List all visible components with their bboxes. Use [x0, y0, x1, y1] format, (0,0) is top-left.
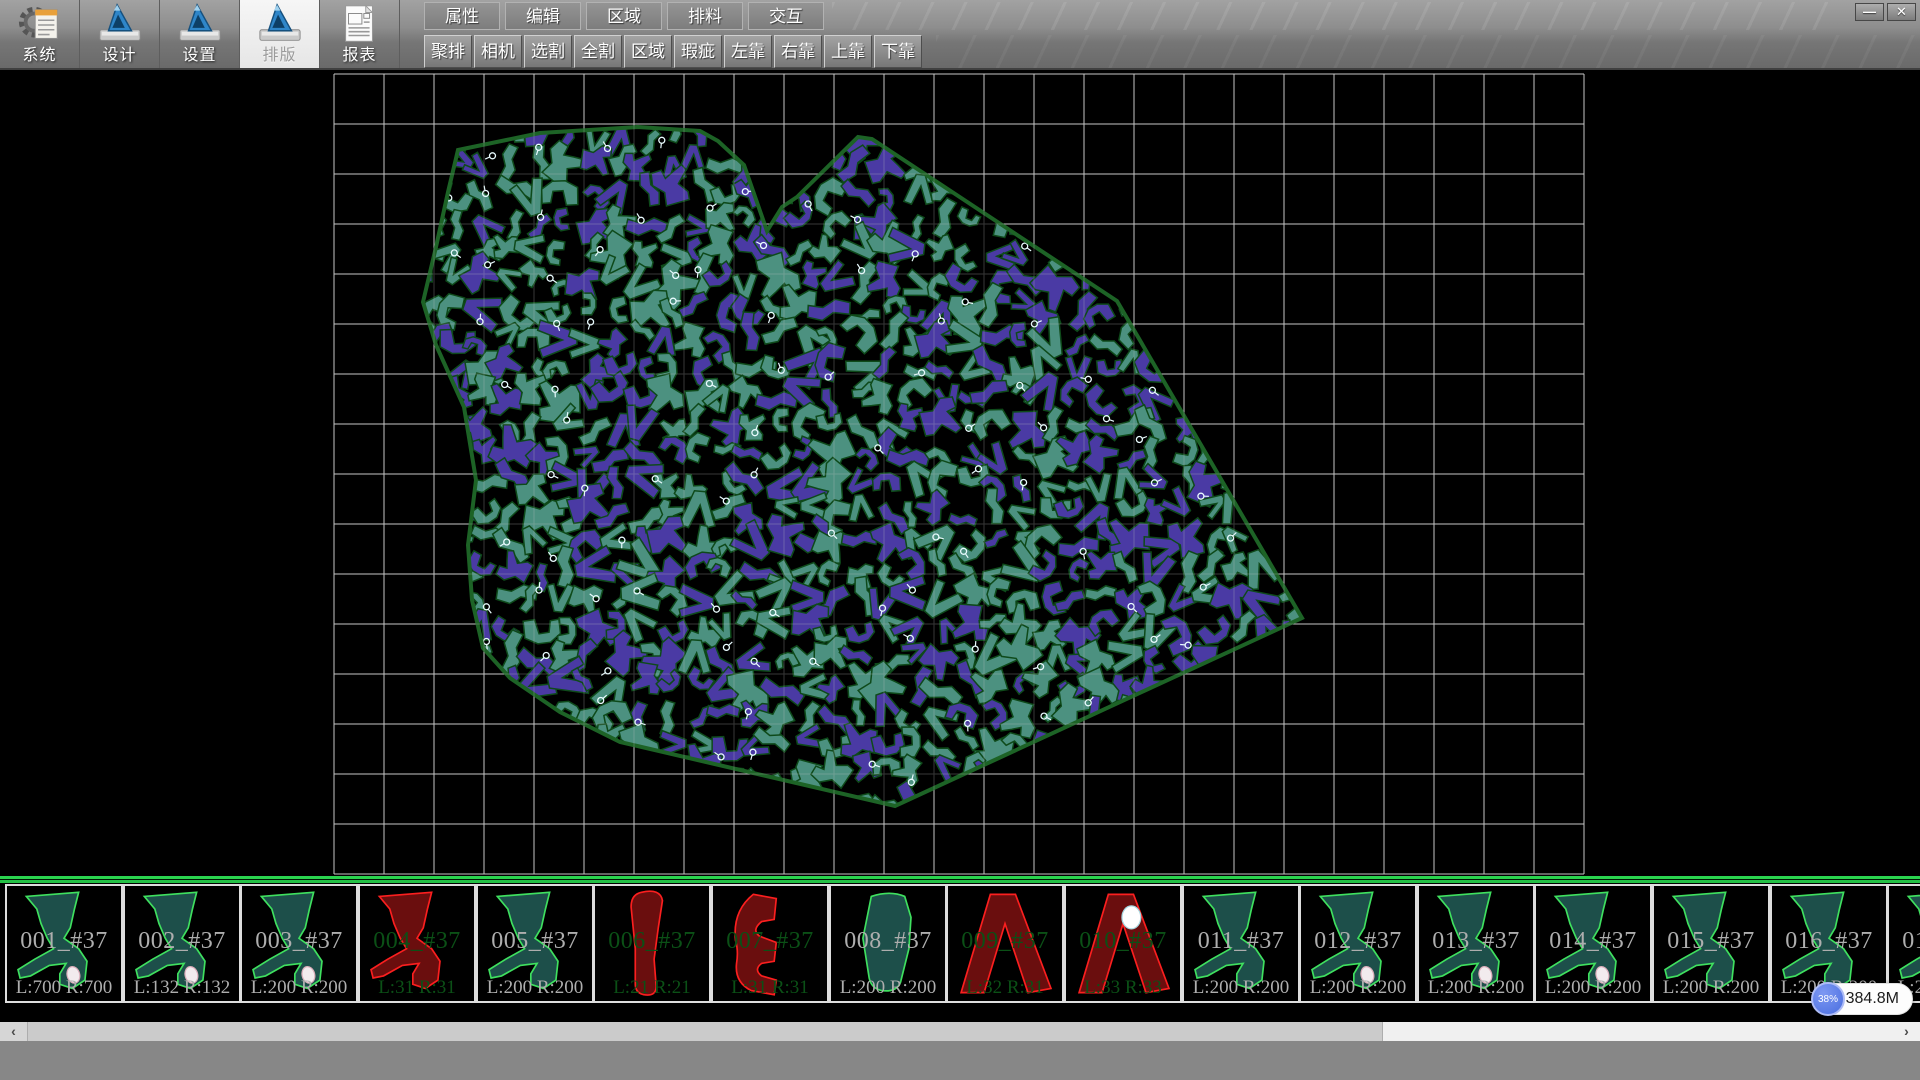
piece-name: 006_#37	[595, 928, 709, 955]
piece-thumbnail-11[interactable]: 011_#37 L:200 R:200	[1182, 884, 1300, 1003]
app-tab-label: 系统	[22, 46, 56, 65]
piece-name: 011_#37	[1184, 928, 1298, 955]
piece-lr-count: L:200 R:200	[478, 977, 592, 999]
piece-lr-count: L:132 R:132	[125, 977, 239, 999]
tool-button-9[interactable]: 上靠	[824, 35, 872, 68]
piece-lr-count: L:200 R:200	[1184, 977, 1298, 999]
piece-name: 015_#37	[1654, 928, 1768, 955]
tool-button-4[interactable]: 全割	[574, 35, 622, 68]
piece-thumbnail-9[interactable]: 009_#37 L:32 R:31	[946, 884, 1064, 1003]
piece-name: 003_#37	[242, 928, 356, 955]
piece-thumbnail-2[interactable]: 002_#37 L:132 R:132	[123, 884, 241, 1003]
tool-button-1[interactable]: 聚排	[424, 35, 472, 68]
piece-thumbnail-4[interactable]: 004_#37 L:31 R:31	[358, 884, 476, 1003]
app-tab-3[interactable]: 设置	[160, 0, 240, 68]
piece-name: 008_#37	[831, 928, 945, 955]
piece-name: 004_#37	[360, 928, 474, 955]
system-gear-icon	[17, 2, 63, 46]
scroll-left-button[interactable]: ‹	[0, 1022, 27, 1041]
menu-button-2[interactable]: 编辑	[505, 2, 581, 30]
piece-name: 009_#37	[948, 928, 1062, 955]
piece-lr-count: L:200 R:200	[831, 977, 945, 999]
minimize-button[interactable]: —	[1855, 3, 1884, 21]
report-doc-icon	[337, 2, 383, 46]
scrollbar-thumb[interactable]	[27, 1022, 1383, 1041]
tool-button-6[interactable]: 瑕疵	[674, 35, 722, 68]
scroll-right-button[interactable]: ›	[1893, 1022, 1920, 1041]
app-tab-label: 报表	[342, 46, 376, 65]
piece-thumbnail-10[interactable]: 010_#37 L:33 R:33	[1064, 884, 1182, 1003]
app-tab-label: 设计	[102, 46, 136, 65]
settings-ruler-icon	[177, 2, 223, 46]
piece-thumbnail-6[interactable]: 006_#37 L:21 R:21	[593, 884, 711, 1003]
tool-button-2[interactable]: 相机	[474, 35, 522, 68]
tool-button-3[interactable]: 选割	[524, 35, 572, 68]
piece-thumbnail-5[interactable]: 005_#37 L:200 R:200	[476, 884, 594, 1003]
progress-badge: 38%	[1811, 982, 1845, 1016]
menu-button-3[interactable]: 区域	[586, 2, 662, 30]
app-tab-label: 设置	[182, 46, 216, 65]
tool-row: 聚排相机选割全割区域瑕疵左靠右靠上靠下靠	[424, 35, 922, 68]
app-tab-2[interactable]: 设计	[80, 0, 160, 68]
toolbar-hatch-bottom	[936, 35, 1920, 68]
piece-name: 014_#37	[1536, 928, 1650, 955]
piece-name: 001_#37	[7, 928, 121, 955]
nesting-view[interactable]	[0, 70, 1920, 876]
tool-button-8[interactable]: 右靠	[774, 35, 822, 68]
app-tab-1[interactable]: 系统	[0, 0, 80, 68]
piece-lr-count: L:33 R:33	[1066, 977, 1180, 999]
piece-name: 012_#37	[1301, 928, 1415, 955]
piece-name: 005_#37	[478, 928, 592, 955]
tool-button-7[interactable]: 左靠	[724, 35, 772, 68]
horizontal-scrollbar[interactable]: ‹ ›	[0, 1022, 1920, 1041]
piece-lr-count: L:32 R:31	[948, 977, 1062, 999]
pieces-strip: 001_#37 L:700 R:700 002_#37 L:132 R:132 …	[0, 876, 1920, 1022]
layout-ruler-icon	[257, 2, 303, 46]
piece-thumbnail-13[interactable]: 013_#37 L:200 R:200	[1417, 884, 1535, 1003]
app-tabs: 系统 设计 设置 排版 报表	[0, 0, 400, 68]
piece-thumbnail-1[interactable]: 001_#37 L:700 R:700	[5, 884, 123, 1003]
piece-thumbnail-7[interactable]: 007_#37 L:31 R:31	[711, 884, 829, 1003]
piece-name: 010_#37	[1066, 928, 1180, 955]
nesting-canvas[interactable]	[0, 70, 1920, 876]
menu-button-1[interactable]: 属性	[424, 2, 500, 30]
tool-button-10[interactable]: 下靠	[874, 35, 922, 68]
design-ruler-icon	[97, 2, 143, 46]
tool-button-5[interactable]: 区域	[624, 35, 672, 68]
piece-name: 013_#37	[1419, 928, 1533, 955]
piece-lr-count: L:200 R:200	[242, 977, 356, 999]
piece-thumbnail-14[interactable]: 014_#37 L:200 R:200	[1534, 884, 1652, 1003]
app-tab-label: 排版	[262, 46, 296, 65]
piece-lr-count: L:31 R:31	[360, 977, 474, 999]
piece-lr-count: L:31 R:31	[713, 977, 827, 999]
app-tab-5[interactable]: 报表	[320, 0, 400, 68]
piece-thumbnail-3[interactable]: 003_#37 L:200 R:200	[240, 884, 358, 1003]
piece-name: 017_#37	[1889, 928, 1920, 955]
footer-bar	[0, 1041, 1920, 1080]
close-button[interactable]: ✕	[1887, 3, 1916, 21]
strip-accent-line	[0, 876, 1920, 884]
menu-button-5[interactable]: 交互	[748, 2, 824, 30]
piece-lr-count: L:200 R:200	[1536, 977, 1650, 999]
main-toolbar: 系统 设计 设置 排版 报表 属性编辑区域排料交互 聚排相机选割全割区域瑕疵左靠…	[0, 0, 1920, 70]
menu-row: 属性编辑区域排料交互	[424, 2, 824, 30]
piece-thumbnail-8[interactable]: 008_#37 L:200 R:200	[829, 884, 947, 1003]
piece-thumbnail-15[interactable]: 015_#37 L:200 R:200	[1652, 884, 1770, 1003]
toolbar-hatch-top	[832, 2, 1840, 30]
window-controls: — ✕	[1855, 3, 1916, 21]
application-window: 系统 设计 设置 排版 报表 属性编辑区域排料交互 聚排相机选割全割区域瑕疵左靠…	[0, 0, 1920, 1080]
piece-name: 016_#37	[1772, 928, 1886, 955]
piece-name: 007_#37	[713, 928, 827, 955]
menu-button-4[interactable]: 排料	[667, 2, 743, 30]
piece-thumbnail-12[interactable]: 012_#37 L:200 R:200	[1299, 884, 1417, 1003]
piece-lr-count: L:21 R:21	[595, 977, 709, 999]
piece-lr-count: L:200 R:200	[1419, 977, 1533, 999]
piece-lr-count: L:200 R:200	[1654, 977, 1768, 999]
app-tab-4[interactable]: 排版	[240, 0, 320, 68]
piece-lr-count: L:200 R:200	[1301, 977, 1415, 999]
piece-lr-count: L:700 R:700	[7, 977, 121, 999]
piece-name: 002_#37	[125, 928, 239, 955]
